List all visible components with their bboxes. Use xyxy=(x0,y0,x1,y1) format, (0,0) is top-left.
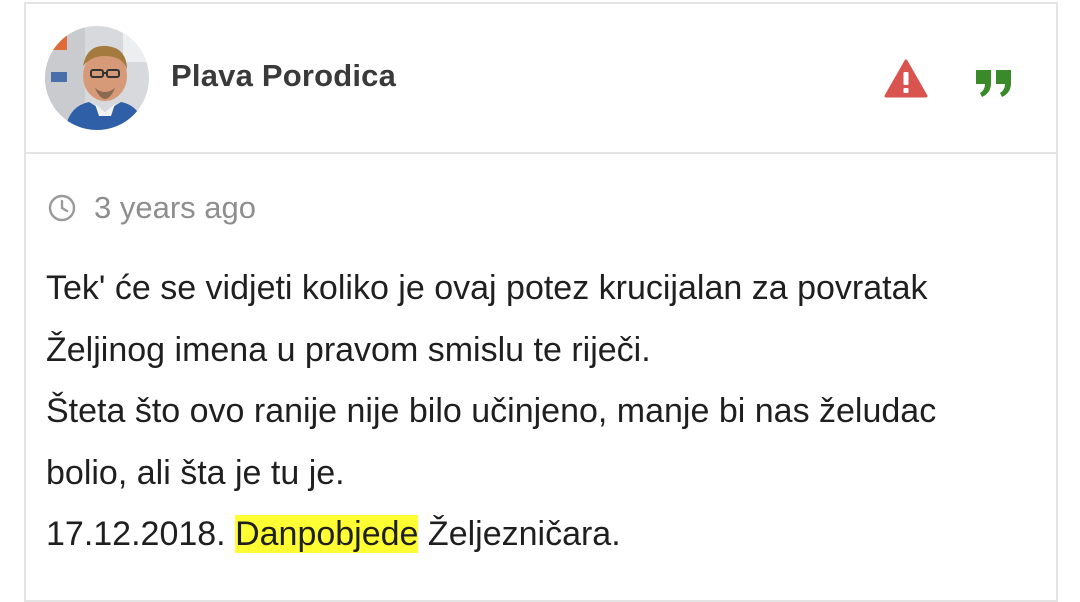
timestamp-text: 3 years ago xyxy=(94,190,256,225)
avatar-image xyxy=(45,26,149,130)
clock-icon xyxy=(48,194,76,222)
comment-line: Tek' će se vidjeti koliko je ovaj potez … xyxy=(46,269,928,307)
quote-button[interactable] xyxy=(974,66,1014,98)
comment-line: Šteta što ovo ranije nije bilo učinjeno,… xyxy=(46,392,937,430)
comment-header: Plava Porodica xyxy=(26,4,1056,154)
report-button[interactable] xyxy=(884,59,928,99)
author-name[interactable]: Plava Porodica xyxy=(171,58,396,94)
comment-line: Željinog imena u pravom smislu te riječi… xyxy=(46,330,651,369)
quote-icon xyxy=(976,70,1011,97)
comment-timestamp: 3 years ago xyxy=(48,190,256,226)
comment-text: Tek' će se vidjeti koliko je ovaj potez … xyxy=(46,258,1046,566)
team-name-text: Željezničara. xyxy=(427,515,621,553)
avatar[interactable] xyxy=(45,26,149,130)
comment-line: bolio, ali šta je tu je. xyxy=(46,453,345,492)
highlighted-text: Danpobjede xyxy=(235,515,419,553)
date-text: 17.12.2018. xyxy=(46,515,226,553)
comment-line-last: 17.12.2018. Danpobjede Željezničara. xyxy=(46,504,1046,566)
warning-triangle-icon xyxy=(884,59,928,98)
comment-card: Plava Porodica 3 years ago Tek' će se vi… xyxy=(24,2,1058,602)
